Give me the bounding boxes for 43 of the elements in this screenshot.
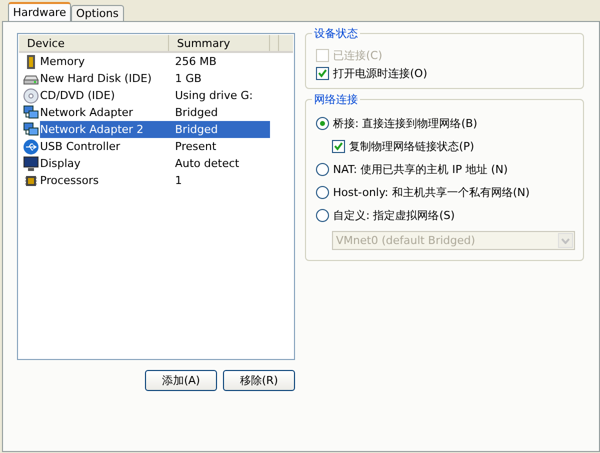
usb-icon	[23, 138, 39, 154]
network-icon	[23, 104, 39, 120]
list-item[interactable]: Network Adapter 2	[40, 121, 169, 138]
radio-button[interactable]	[316, 209, 329, 222]
checkbox[interactable]	[332, 140, 345, 153]
list-item[interactable]: CD/DVD (IDE)	[40, 87, 115, 104]
radio-label: 桥接: 直接连接到物理网络(B)	[333, 116, 478, 131]
radio-label: 自定义: 指定虚拟网络(S)	[333, 208, 455, 223]
group-title: 设备状态	[312, 26, 360, 41]
tab[interactable]: Hardware	[8, 2, 72, 21]
column-header[interactable]: Summary	[169, 35, 270, 51]
disc-icon	[23, 88, 39, 104]
network-icon	[23, 122, 39, 138]
monitor-icon	[23, 156, 39, 172]
group-title: 网络连接	[312, 92, 360, 107]
table-cell-text: Present	[174, 139, 218, 155]
list-item[interactable]: USB Controller	[40, 138, 120, 155]
radio-button[interactable]	[316, 163, 329, 176]
list-item[interactable]: Network Adapter	[40, 104, 134, 121]
table-cell-text: 1	[174, 173, 183, 189]
table-cell-text: Auto detect	[174, 156, 240, 172]
list-item[interactable]: Processors	[40, 172, 99, 189]
checkbox-label: 打开电源时连接(O)	[333, 66, 428, 80]
chevron-down-icon	[561, 238, 570, 244]
table-cell: Bridged	[169, 121, 270, 138]
radio-label: Host-only: 和主机共享一个私有网络(N)	[333, 185, 530, 200]
table-cell-text: 256 MB	[174, 54, 218, 70]
button[interactable]: 添加(A)	[145, 370, 217, 391]
table-cell-text: Bridged	[174, 105, 219, 121]
table-cell-text: 1 GB	[174, 71, 203, 87]
list-item[interactable]: New Hard Disk (IDE)	[40, 70, 152, 87]
radio-button[interactable]	[316, 186, 329, 199]
radio-label: NAT: 使用已共享的主机 IP 地址 (N)	[333, 162, 508, 177]
button[interactable]: 移除(R)	[223, 370, 295, 391]
checkbox-label: 复制物理网络链接状态(P)	[349, 139, 474, 154]
list-item[interactable]: Display	[40, 155, 81, 172]
list-item[interactable]: Memory	[40, 53, 85, 70]
table-cell-text: Using drive G:	[174, 88, 254, 104]
radio-button[interactable]	[316, 117, 329, 130]
checkbox-label: 已连接(C)	[333, 48, 382, 62]
tab[interactable]: Options	[71, 5, 124, 21]
column-header[interactable]: Device	[19, 35, 169, 51]
checkbox[interactable]	[316, 66, 329, 80]
